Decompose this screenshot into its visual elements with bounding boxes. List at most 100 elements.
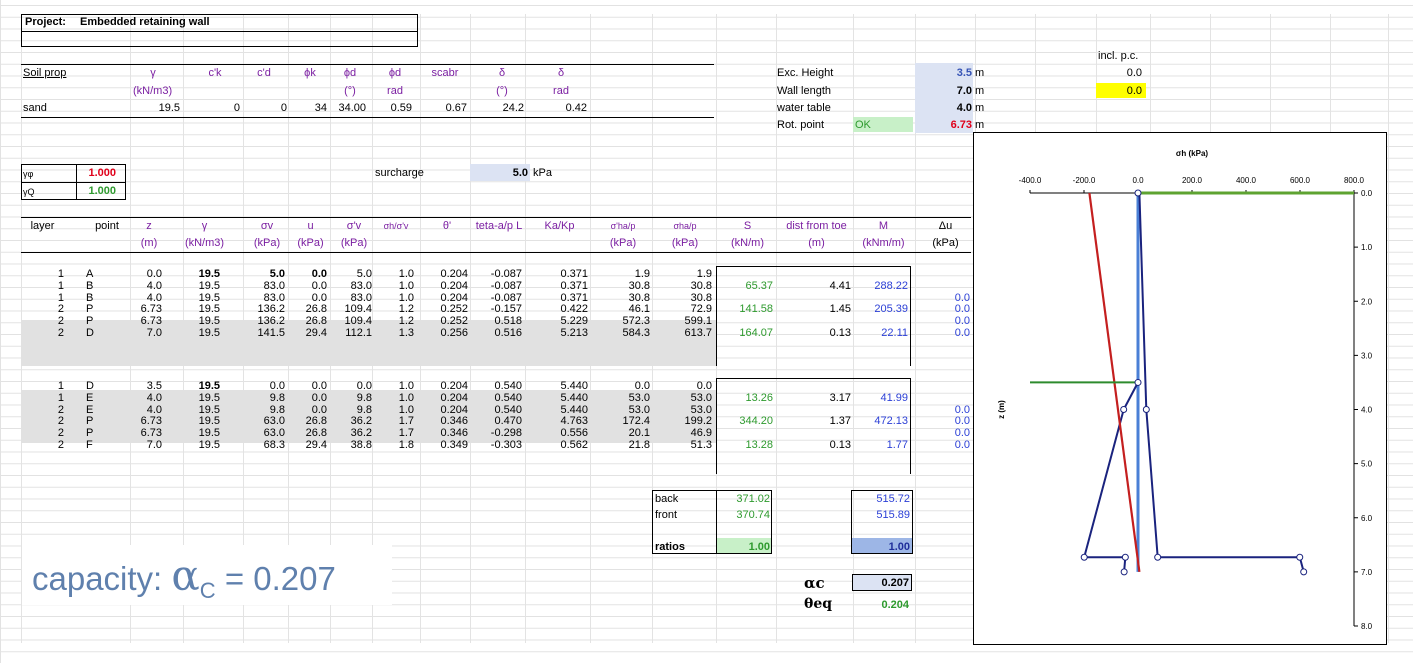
pressure-chart-svg: σh (kPa) -400.0 -200.0 0.0 200.0 400.0 600.0 80… xyxy=(997,149,1373,631)
table-cell: 5.213 xyxy=(560,326,588,339)
col-unit: (kPa) xyxy=(609,237,637,249)
col-header: S xyxy=(743,220,752,232)
table-cell: 164.07 xyxy=(739,326,773,339)
capacity-text: capacity: αC = 0.207 xyxy=(32,551,336,604)
series-back-pressure xyxy=(1138,192,1305,573)
project-label: Project: xyxy=(25,16,66,28)
table-cell: 0.13 xyxy=(829,326,851,339)
incl-yellow-value[interactable]: 0.0 xyxy=(1098,85,1142,98)
table-cell: 68.3 xyxy=(263,438,285,451)
exc-height-value[interactable]: 3.5 xyxy=(915,67,972,80)
data-marker xyxy=(1080,553,1088,561)
soil-top-rule xyxy=(21,64,714,65)
soil-delta: 24.2 xyxy=(502,102,524,114)
incl-pc-label: incl. p.c. xyxy=(1098,50,1139,62)
table-cell: 0.562 xyxy=(560,438,588,451)
soil-h-phik: ϕk xyxy=(304,67,316,79)
back-label: back xyxy=(655,493,679,505)
col-unit: (kN/m) xyxy=(731,237,764,249)
table-cell: 29.4 xyxy=(305,326,327,339)
table-cell: D xyxy=(86,326,94,339)
m-col-right-rule xyxy=(910,266,911,366)
soil-scabr[interactable]: 0.67 xyxy=(425,102,467,115)
gamma-q-value[interactable]: 1.000 xyxy=(78,185,116,198)
front-label: front xyxy=(655,509,678,521)
table-cell: 41.99 xyxy=(880,391,908,404)
col-unit: (kN/m3) xyxy=(184,237,225,249)
col-unit: (kPa) xyxy=(297,237,324,249)
table-cell: 1.3 xyxy=(398,326,414,339)
soil-h-scabr: scabr xyxy=(431,67,459,79)
col-header: σh/σ'v xyxy=(383,221,409,231)
y-tick-label: 6.0 xyxy=(1361,514,1373,523)
table-cell: 1.45 xyxy=(829,303,851,316)
table-cell: 3.17 xyxy=(829,391,851,404)
soil-cd: 0 xyxy=(280,102,287,114)
s-top-rule xyxy=(716,266,911,267)
front-s: 370.74 xyxy=(736,509,770,521)
soil-phid-rad: 0.59 xyxy=(390,102,412,114)
table-cell: 1.37 xyxy=(829,415,851,428)
y-tick-label: 1.0 xyxy=(1361,243,1373,252)
wall-length-value[interactable]: 7.0 xyxy=(915,85,972,98)
y-tick-label: 3.0 xyxy=(1361,351,1373,360)
project-title[interactable]: Embedded retaining wall xyxy=(80,16,210,29)
col-header: σha/p xyxy=(673,221,697,231)
data-marker xyxy=(1300,568,1308,576)
table-cell: 19.5 xyxy=(198,326,220,339)
factor-divider xyxy=(21,182,125,183)
col-header: θ' xyxy=(442,220,452,232)
col-header: z xyxy=(146,220,152,232)
col-header: dist from toe xyxy=(786,220,847,232)
rot-point-value: 6.73 xyxy=(950,119,972,131)
table-header-rule xyxy=(21,252,971,253)
data-marker xyxy=(1134,189,1142,197)
gamma-q-label: γQ xyxy=(23,187,35,197)
soil-gamma[interactable]: 19.5 xyxy=(130,102,180,115)
table-cell: 65.37 xyxy=(745,279,773,292)
m-col-right-rule-2 xyxy=(910,378,911,474)
x-tick-label: 800.0 xyxy=(1344,176,1365,185)
table-cell: 472.13 xyxy=(874,415,908,428)
capacity-prefix: capacity: xyxy=(32,560,172,597)
gamma-phi-value[interactable]: 1.000 xyxy=(78,167,116,180)
series-front-pressure xyxy=(1083,381,1139,572)
y-tick-label: 4.0 xyxy=(1361,406,1373,415)
project-divider xyxy=(21,31,417,32)
col-unit: (kPa) xyxy=(340,237,368,249)
table-cell: 51.3 xyxy=(690,438,712,451)
data-marker xyxy=(1142,406,1150,413)
gamma-phi-label: γφ xyxy=(23,169,34,179)
soil-u-delta-rad: rad xyxy=(553,85,569,97)
wall-length-unit: m xyxy=(975,85,985,97)
col-header: point xyxy=(95,220,119,232)
table-cell: 141.58 xyxy=(739,303,773,316)
table-cell: 13.28 xyxy=(745,438,773,451)
table-top-rule xyxy=(21,217,971,218)
alpha-c-value[interactable]: 0.207 xyxy=(853,577,909,590)
data-marker xyxy=(1154,553,1162,561)
col-header: Ka/Kp xyxy=(544,220,575,232)
incl-top-value[interactable]: 0.0 xyxy=(1098,67,1142,80)
capacity-sub: C xyxy=(199,578,216,603)
table-cell: 19.5 xyxy=(198,438,220,451)
capacity-suffix: = 0.207 xyxy=(215,560,336,597)
col-unit: (kPa) xyxy=(253,237,281,249)
table-cell: 141.5 xyxy=(257,326,285,339)
soil-phik[interactable]: 34 xyxy=(287,102,327,115)
data-marker xyxy=(1120,406,1128,413)
col-unit: (m) xyxy=(140,237,158,249)
water-table-label: water table xyxy=(777,102,831,114)
soil-ck[interactable]: 0 xyxy=(200,102,240,115)
soil-h-phid-rad: ϕd xyxy=(388,67,402,79)
surcharge-value[interactable]: 5.0 xyxy=(470,167,528,180)
rot-point-unit: m xyxy=(975,119,985,131)
soil-name[interactable]: sand xyxy=(23,102,47,115)
ratios-label: ratios xyxy=(655,541,685,553)
capacity-callout: capacity: αC = 0.207 xyxy=(22,545,392,605)
col-unit: (kPa) xyxy=(932,237,959,249)
water-table-value[interactable]: 4.0 xyxy=(915,102,972,115)
soil-phid: 34.00 xyxy=(338,102,366,114)
table-cell: -0.303 xyxy=(490,438,522,451)
soil-h-phid: ϕd xyxy=(343,67,357,79)
